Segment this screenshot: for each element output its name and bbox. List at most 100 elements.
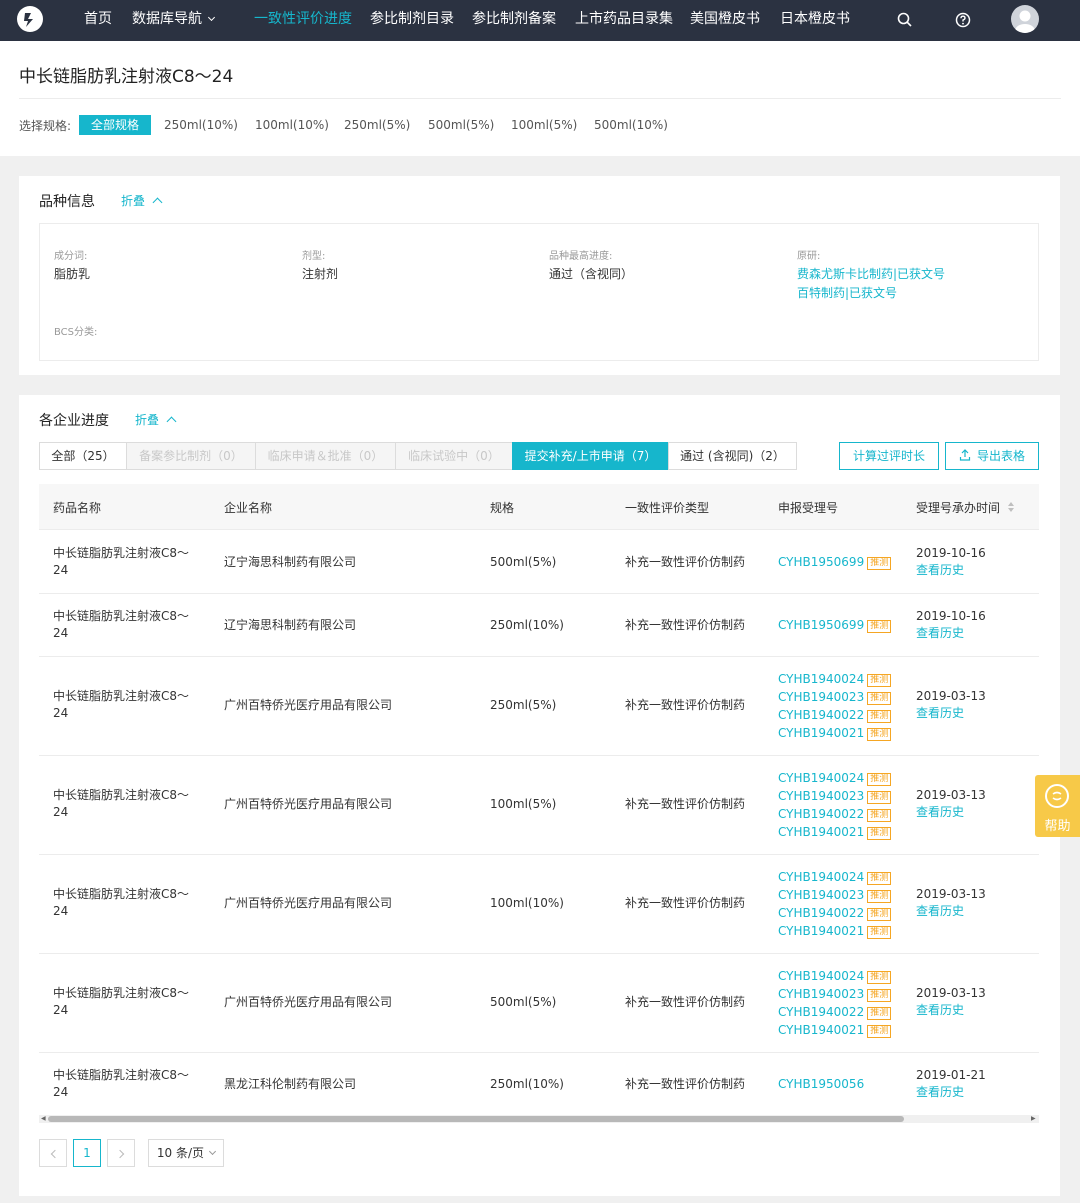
view-history-link[interactable]: 查看历史 <box>916 1002 986 1019</box>
tab-ref-filing[interactable]: 备案参比制剂（0） <box>126 442 256 470</box>
nav-item-us-orange-book[interactable]: 美国橙皮书 <box>690 0 760 41</box>
view-history-link[interactable]: 查看历史 <box>916 804 986 821</box>
help-circle-icon[interactable] <box>954 11 972 29</box>
view-history-link[interactable]: 查看历史 <box>916 903 986 920</box>
top-nav: 首页 数据库导航 一致性评价进度 参比制剂目录 参比制剂备案 上市药品目录集 美… <box>0 0 1080 41</box>
view-history-link[interactable]: 查看历史 <box>916 705 986 722</box>
spec-option[interactable]: 100ml(5%) <box>511 115 577 135</box>
chevron-left-icon <box>50 1149 59 1159</box>
accept-code[interactable]: CYHB1940021 推测 <box>778 1021 892 1039</box>
inferred-tag: 推测 <box>867 620 892 633</box>
accept-codes: CYHB1940024 推测 CYHB1940023 推测 CYHB1940022 推… <box>778 967 892 1039</box>
nav-item-ref-catalog[interactable]: 参比制剂目录 <box>370 0 454 41</box>
nav-item-ref-filing[interactable]: 参比制剂备案 <box>472 0 556 41</box>
accept-code-text: CYHB1940023 <box>778 987 865 1001</box>
inferred-tag: 推测 <box>867 710 892 723</box>
accept-code[interactable]: CYHB1940023 推测 <box>778 985 892 1003</box>
nav-item-jp-orange-book[interactable]: 日本橙皮书 <box>780 0 850 41</box>
accept-codes: CYHB1950699 推测 <box>778 553 892 571</box>
accept-code[interactable]: CYHB1940024 推测 <box>778 769 892 787</box>
col-company: 企业名称 <box>224 501 273 515</box>
sort-icon[interactable] <box>1007 501 1015 513</box>
horizontal-scrollbar[interactable]: ◀ ▶ <box>39 1115 1039 1123</box>
spec-option[interactable]: 250ml(10%) <box>164 115 238 135</box>
original-link[interactable]: 费森尤斯卡比制药|已获文号 <box>797 265 945 282</box>
accept-time: 2019-10-16 查看历史 <box>916 545 986 579</box>
inferred-tag: 推测 <box>867 908 892 921</box>
tab-clinical-trial[interactable]: 临床试验中（0） <box>395 442 513 470</box>
accept-code[interactable]: CYHB1940021 推测 <box>778 823 892 841</box>
help-float-button[interactable]: 帮助 <box>1035 775 1080 837</box>
view-history-link[interactable]: 查看历史 <box>916 562 986 579</box>
accept-code[interactable]: CYHB1940024 推测 <box>778 670 892 688</box>
accept-code-text: CYHB1950699 <box>778 618 865 632</box>
nav-item-listed-drugs[interactable]: 上市药品目录集 <box>575 0 673 41</box>
accept-code[interactable]: CYHB1940022 推测 <box>778 904 892 922</box>
accept-codes: CYHB1940024 推测 CYHB1940023 推测 CYHB1940022 推… <box>778 670 892 742</box>
accept-code[interactable]: CYHB1940022 推测 <box>778 805 892 823</box>
fold-toggle[interactable]: 折叠 <box>135 411 177 428</box>
eval-type: 补充一致性评价仿制药 <box>625 797 746 811</box>
accept-code[interactable]: CYHB1940023 推测 <box>778 787 892 805</box>
accept-code-text: CYHB1940024 <box>778 969 865 983</box>
accept-code[interactable]: CYHB1940024 推测 <box>778 967 892 985</box>
col-accept-time[interactable]: 受理号承办时间 <box>916 499 1000 516</box>
prev-page-button[interactable] <box>39 1139 67 1167</box>
scrollbar-thumb[interactable] <box>48 1116 904 1122</box>
accept-date: 2019-03-13 <box>916 788 986 802</box>
spec-option[interactable]: 500ml(10%) <box>594 115 668 135</box>
page-number[interactable]: 1 <box>73 1139 101 1167</box>
accept-code[interactable]: CYHB1950699 推测 <box>778 553 892 571</box>
accept-code[interactable]: CYHB1940023 推测 <box>778 886 892 904</box>
view-history-link[interactable]: 查看历史 <box>916 625 986 642</box>
table-row: 中长链脂肪乳注射液C8～24 广州百特侨光医疗用品有限公司 100ml(10%)… <box>39 855 1039 954</box>
accept-code-text: CYHB1940022 <box>778 807 865 821</box>
fold-toggle[interactable]: 折叠 <box>121 192 163 209</box>
drug-name: 中长链脂肪乳注射液C8～24 <box>53 609 190 640</box>
scroll-right-icon[interactable]: ▶ <box>1031 1115 1036 1123</box>
nav-item-consistency[interactable]: 一致性评价进度 <box>254 0 352 41</box>
accept-code[interactable]: CYHB1950699 推测 <box>778 616 892 634</box>
accept-code-text: CYHB1940022 <box>778 1005 865 1019</box>
accept-code[interactable]: CYHB1950056 <box>778 1075 864 1093</box>
original-link[interactable]: 百特制药|已获文号 <box>797 284 897 301</box>
search-icon[interactable] <box>896 11 914 29</box>
export-table-button[interactable]: 导出表格 <box>945 442 1039 470</box>
spec-option[interactable]: 500ml(5%) <box>428 115 494 135</box>
upload-icon <box>959 449 971 461</box>
accept-date: 2019-10-16 <box>916 609 986 623</box>
col-drug-name: 药品名称 <box>53 501 102 515</box>
accept-code[interactable]: CYHB1940023 推测 <box>778 688 892 706</box>
accept-date: 2019-10-16 <box>916 546 986 560</box>
tab-clinical-apply[interactable]: 临床申请＆批准（0） <box>255 442 396 470</box>
accept-code[interactable]: CYHB1940021 推测 <box>778 922 892 940</box>
company-name: 广州百特侨光医疗用品有限公司 <box>224 896 393 910</box>
tab-all[interactable]: 全部（25） <box>39 442 127 470</box>
table-row: 中长链脂肪乳注射液C8～24 辽宁海思科制药有限公司 500ml(5%) 补充一… <box>39 530 1039 594</box>
spec-option[interactable]: 100ml(10%) <box>255 115 329 135</box>
nav-item-home[interactable]: 首页 <box>84 0 112 41</box>
fold-label: 折叠 <box>121 194 146 208</box>
max-progress-value: 通过（含视同） <box>549 267 634 281</box>
accept-code-text: CYHB1950699 <box>778 555 865 569</box>
table-row: 中长链脂肪乳注射液C8～24 广州百特侨光医疗用品有限公司 250ml(5%) … <box>39 657 1039 756</box>
accept-code[interactable]: CYHB1940022 推测 <box>778 706 892 724</box>
spec-option-all[interactable]: 全部规格 <box>79 115 152 135</box>
logo-icon[interactable] <box>17 6 43 32</box>
nav-item-db-nav[interactable]: 数据库导航 <box>132 0 216 41</box>
accept-code[interactable]: CYHB1940022 推测 <box>778 1003 892 1021</box>
tab-passed[interactable]: 通过 (含视同)（2） <box>668 442 797 470</box>
view-history-link[interactable]: 查看历史 <box>916 1084 986 1101</box>
spec-option[interactable]: 250ml(5%) <box>344 115 410 135</box>
accept-code[interactable]: CYHB1940021 推测 <box>778 724 892 742</box>
calc-duration-button[interactable]: 计算过评时长 <box>839 442 939 470</box>
accept-time: 2019-03-13 查看历史 <box>916 688 986 722</box>
tab-submitted[interactable]: 提交补充/上市申请（7） <box>512 442 669 470</box>
accept-code[interactable]: CYHB1940024 推测 <box>778 868 892 886</box>
next-page-button[interactable] <box>107 1139 135 1167</box>
chat-help-icon <box>1045 784 1069 808</box>
page-size-select[interactable]: 10 条/页 <box>148 1139 224 1167</box>
user-avatar[interactable] <box>1011 5 1039 33</box>
accept-code-text: CYHB1940021 <box>778 924 865 938</box>
scroll-left-icon[interactable]: ◀ <box>41 1115 46 1123</box>
